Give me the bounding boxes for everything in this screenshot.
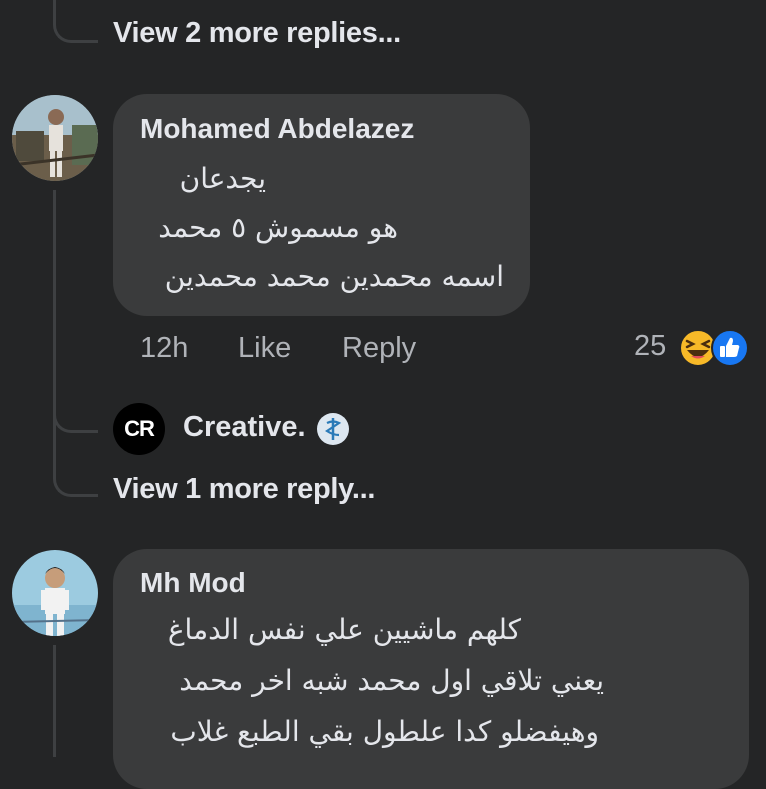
avatar[interactable] [12,95,98,181]
comment-text-line: يجدعان [179,162,266,195]
comment-text-line: وهيفضلو كدا علطول بقي الطبع غلاب [170,715,599,748]
reaction-count[interactable]: 25 [634,330,666,363]
thread-line-comment1 [53,190,56,420]
reply-button[interactable]: Reply [342,332,416,365]
comment-author[interactable]: Mohamed Abdelazez [140,113,414,145]
like-icon[interactable] [710,328,750,368]
avatar[interactable]: CR [113,403,165,455]
logo-text: CR [124,416,155,441]
comment-text-line: كلهم ماشيين علي نفس الدماغ [167,613,521,646]
avatar[interactable] [12,550,98,636]
thread-line-comment2 [53,645,56,757]
comment-text-line: اسمه محمدين محمد محمدين [164,260,504,293]
reply-author[interactable]: Creative. [183,411,306,444]
comment-timestamp[interactable]: 12h [140,332,188,365]
view-more-replies-link[interactable]: View 1 more reply... [113,473,375,506]
like-button[interactable]: Like [238,332,291,365]
view-more-replies-link[interactable]: View 2 more replies... [113,17,401,50]
medical-badge-icon [317,413,349,445]
comment-author[interactable]: Mh Mod [140,567,246,599]
comment-text-line: هو مسموش ٥ محمد [158,211,398,244]
comment-text-line: يعني تلاقي اول محمد شبه اخر محمد [179,664,604,697]
thread-connector-top [53,0,98,43]
thread-connector [53,418,98,497]
